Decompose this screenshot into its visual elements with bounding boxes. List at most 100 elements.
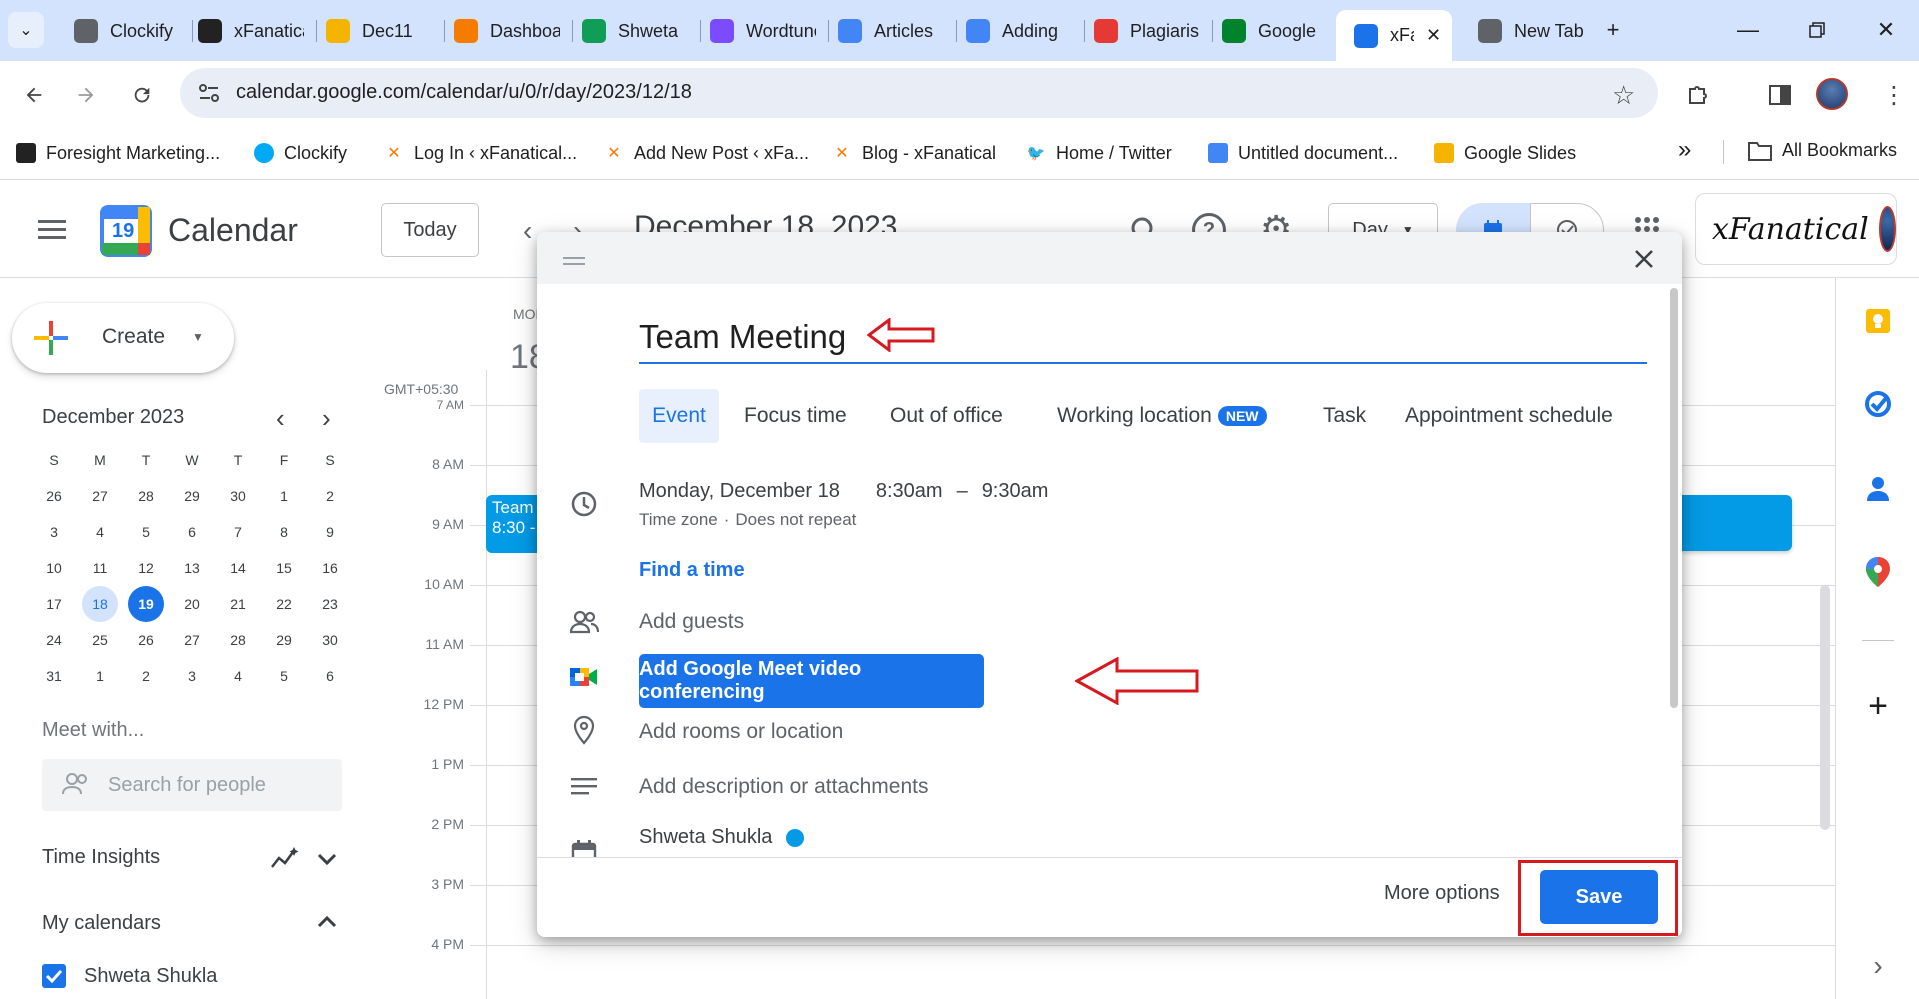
grid-scrollbar[interactable]: [1820, 585, 1830, 830]
event-end-time[interactable]: 9:30am: [982, 480, 1049, 503]
mini-calendar-day[interactable]: 29: [266, 622, 302, 658]
bookmark-item[interactable]: Foresight Marketing...: [16, 140, 220, 166]
bookmark-item[interactable]: ✕ Add New Post ‹ xFa...: [604, 140, 809, 166]
reload-button[interactable]: [124, 77, 160, 113]
bookmark-item[interactable]: Google Slides: [1434, 140, 1576, 166]
tasks-icon[interactable]: [1862, 388, 1894, 420]
bookmark-item[interactable]: 🐦 Home / Twitter: [1026, 140, 1172, 166]
bookmark-item[interactable]: ✕ Blog - xFanatical: [832, 140, 996, 166]
new-tab-button[interactable]: +: [1593, 12, 1633, 48]
more-bookmarks-button[interactable]: »: [1678, 136, 1691, 164]
mini-calendar-day[interactable]: 27: [174, 622, 210, 658]
mini-calendar-day[interactable]: 9: [312, 514, 348, 550]
calendar-checkbox[interactable]: [42, 964, 66, 988]
browser-tab[interactable]: Dec11: [326, 12, 436, 50]
mini-calendar-day[interactable]: 13: [174, 550, 210, 586]
keep-icon[interactable]: [1862, 305, 1894, 337]
bookmark-item[interactable]: Untitled document...: [1208, 140, 1398, 166]
main-menu-icon[interactable]: [38, 218, 66, 240]
back-button[interactable]: [16, 77, 52, 113]
get-addons-icon[interactable]: +: [1862, 687, 1894, 725]
bookmark-star-icon[interactable]: ☆: [1612, 80, 1635, 111]
add-description-input[interactable]: Add description or attachments: [639, 775, 929, 799]
find-a-time-link[interactable]: Find a time: [639, 559, 745, 582]
event-date[interactable]: Monday, December 18: [639, 480, 840, 503]
side-panel-icon[interactable]: [1762, 77, 1798, 113]
close-window-button[interactable]: ✕: [1866, 12, 1906, 48]
browser-tab[interactable]: xFanatical: [198, 12, 308, 50]
mini-calendar-day[interactable]: 8: [266, 514, 302, 550]
mini-calendar-day[interactable]: 16: [312, 550, 348, 586]
browser-tab[interactable]: Adding: [966, 12, 1076, 50]
mini-next-month-button[interactable]: ›: [322, 403, 331, 434]
tab-focus-time[interactable]: Focus time: [744, 389, 847, 443]
add-guests-input[interactable]: Add guests: [639, 610, 744, 634]
create-button[interactable]: Create ▼: [12, 303, 234, 373]
add-location-input[interactable]: Add rooms or location: [639, 720, 843, 744]
search-people-input[interactable]: Search for people: [42, 759, 342, 811]
insights-sparkle-icon[interactable]: [270, 845, 300, 871]
tab-active[interactable]: xFanatical ✕: [1336, 10, 1452, 61]
mini-calendar-day[interactable]: 1: [266, 478, 302, 514]
restore-button[interactable]: [1797, 12, 1837, 48]
mini-calendar-day[interactable]: 4: [82, 514, 118, 550]
mini-prev-month-button[interactable]: ‹: [276, 403, 285, 434]
mini-calendar-day[interactable]: 6: [312, 658, 348, 694]
chrome-menu-icon[interactable]: ⋮: [1876, 77, 1912, 113]
browser-tab[interactable]: Clockify: [74, 12, 184, 50]
mini-calendar-day[interactable]: 12: [128, 550, 164, 586]
mini-calendar-day[interactable]: 6: [174, 514, 210, 550]
browser-tab[interactable]: Shweta: [582, 12, 692, 50]
event-block[interactable]: [1682, 495, 1792, 551]
address-bar[interactable]: calendar.google.com/calendar/u/0/r/day/2…: [180, 68, 1658, 118]
mini-calendar-day[interactable]: 5: [266, 658, 302, 694]
forward-button[interactable]: [68, 77, 104, 113]
close-dialog-button[interactable]: [1629, 244, 1659, 274]
mini-calendar-day[interactable]: 26: [128, 622, 164, 658]
prev-day-button[interactable]: ‹: [523, 215, 532, 247]
close-tab-icon[interactable]: ✕: [1426, 25, 1441, 46]
mini-calendar-day[interactable]: 21: [220, 586, 256, 622]
mini-calendar-day[interactable]: 11: [82, 550, 118, 586]
mini-calendar-day[interactable]: 15: [266, 550, 302, 586]
save-button[interactable]: Save: [1540, 870, 1658, 924]
time-zone-link[interactable]: Time zone: [639, 510, 718, 530]
mini-calendar-day[interactable]: 20: [174, 586, 210, 622]
mini-calendar-day[interactable]: 3: [36, 514, 72, 550]
mini-calendar-day[interactable]: 30: [220, 478, 256, 514]
mini-calendar-day[interactable]: 14: [220, 550, 256, 586]
tab-appointment-schedule[interactable]: Appointment schedule: [1405, 389, 1613, 443]
repeat-select[interactable]: Does not repeat: [735, 510, 856, 530]
mini-calendar-day[interactable]: 29: [174, 478, 210, 514]
tab-search-button[interactable]: ⌄: [8, 12, 44, 48]
site-info-icon[interactable]: [198, 83, 220, 103]
mini-calendar-day[interactable]: 3: [174, 658, 210, 694]
browser-tab[interactable]: New Tab: [1478, 12, 1588, 50]
mini-calendar-day[interactable]: 24: [36, 622, 72, 658]
more-options-button[interactable]: More options: [1384, 882, 1500, 905]
mini-calendar-day[interactable]: 18: [82, 586, 118, 622]
mini-calendar-day[interactable]: 22: [266, 586, 302, 622]
mini-calendar-day[interactable]: 2: [128, 658, 164, 694]
extensions-icon[interactable]: [1680, 77, 1716, 113]
mini-calendar-day[interactable]: 19: [128, 586, 164, 622]
browser-tab[interactable]: Articles: [838, 12, 948, 50]
time-insights-expand-icon[interactable]: [314, 846, 340, 872]
mini-calendar-day[interactable]: 7: [220, 514, 256, 550]
tab-working-location[interactable]: Working location NEW: [1057, 389, 1267, 443]
drag-handle-icon[interactable]: [563, 253, 585, 265]
contacts-icon[interactable]: [1862, 472, 1894, 504]
browser-tab[interactable]: Dashboard: [454, 12, 564, 50]
dialog-scrollbar-thumb[interactable]: [1670, 288, 1678, 708]
brand-logo[interactable]: xFanatical: [1695, 193, 1897, 265]
today-button[interactable]: Today: [381, 203, 479, 257]
bookmark-item[interactable]: ✕ Log In ‹ xFanatical...: [384, 140, 577, 166]
mini-calendar-day[interactable]: 23: [312, 586, 348, 622]
add-google-meet-button[interactable]: Add Google Meet video conferencing: [639, 654, 984, 708]
profile-avatar[interactable]: [1816, 78, 1848, 110]
browser-tab[interactable]: Google: [1222, 12, 1332, 50]
maps-icon[interactable]: [1862, 556, 1894, 588]
expand-panel-icon[interactable]: ›: [1862, 950, 1894, 982]
mini-calendar-day[interactable]: 4: [220, 658, 256, 694]
tab-out-of-office[interactable]: Out of office: [890, 389, 1003, 443]
